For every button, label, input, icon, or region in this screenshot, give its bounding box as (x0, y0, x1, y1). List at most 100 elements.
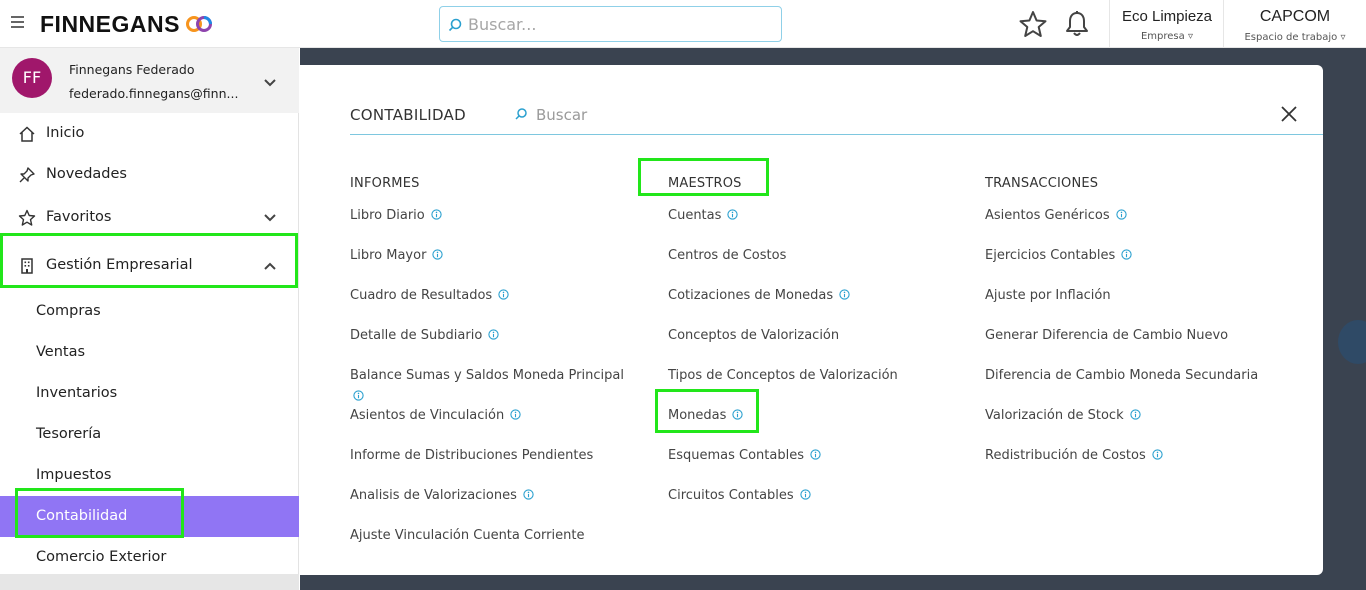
sidebar-subitem-label: Ventas (36, 344, 86, 360)
menu-link[interactable]: Detalle de Subdiario (350, 328, 499, 343)
user-profile[interactable]: FF Finnegans Federado federado.finnegans… (0, 48, 299, 113)
info-icon[interactable] (353, 390, 364, 401)
company-name: Eco Limpieza (1121, 8, 1213, 25)
favorites-star-icon[interactable] (1018, 10, 1048, 38)
menu-link-label: Cotizaciones de Monedas (668, 288, 834, 303)
menu-link[interactable]: Cuadro de Resultados (350, 288, 509, 303)
sidebar-subitem-comercio-exterior[interactable]: Comercio Exterior (0, 537, 299, 578)
menu-link[interactable]: Informe de Distribuciones Pendientes (350, 448, 593, 463)
chevron-down-icon[interactable] (263, 78, 277, 88)
column-heading-informes: INFORMES (350, 176, 420, 191)
menu-link[interactable]: Ajuste por Inflación (985, 288, 1111, 303)
menu-link[interactable]: Cotizaciones de Monedas (668, 288, 850, 303)
menu-link[interactable]: Tipos de Conceptos de Valorización (668, 368, 898, 383)
logo-text: FINNEGANS (40, 11, 180, 37)
sidebar-subitem-impuestos[interactable]: Impuestos (0, 455, 299, 496)
chevron-up-icon (264, 262, 276, 270)
menu-link[interactable]: Diferencia de Cambio Moneda Secundaria (985, 368, 1258, 383)
info-icon[interactable] (498, 289, 509, 300)
menu-link[interactable]: Libro Diario (350, 208, 442, 223)
column-heading-transacciones: TRANSACCIONES (985, 176, 1099, 191)
logo-mark-icon (186, 16, 212, 32)
sidebar-footer (0, 574, 299, 590)
company-selector[interactable]: Eco Limpieza Empresa ▿ (1109, 0, 1224, 48)
sidebar-subitem-label: Contabilidad (36, 508, 128, 524)
menu-link[interactable]: Centros de Costos (668, 248, 786, 263)
workspace-selector[interactable]: CAPCOM Espacio de trabajo ▿ (1223, 0, 1366, 48)
sidebar-item-novedades[interactable]: Novedades (0, 155, 299, 195)
sidebar-subitem-label: Comercio Exterior (36, 549, 167, 565)
menu-link-label: Tipos de Conceptos de Valorización (668, 368, 898, 383)
sidebar-subitem-inventarios[interactable]: Inventarios (0, 373, 299, 414)
menu-link[interactable]: Libro Mayor (350, 248, 444, 263)
company-label: Empresa ▿ (1140, 31, 1193, 42)
sidebar-item-gestion-empresarial[interactable]: Gestión Empresarial (0, 246, 299, 286)
menu-link-label: Centros de Costos (668, 248, 787, 263)
pin-icon (19, 167, 35, 183)
menu-link[interactable]: Redistribución de Costos (985, 448, 1163, 463)
menu-link-label: Valorización de Stock (985, 408, 1124, 423)
menu-link[interactable]: Asientos de Vinculación (350, 408, 521, 423)
menu-link[interactable]: Conceptos de Valorización (668, 328, 839, 343)
info-icon[interactable] (839, 289, 850, 300)
menu-link[interactable]: Balance Sumas y Saldos Moneda Principal (350, 368, 624, 401)
column-heading-maestros: MAESTROS (668, 176, 742, 191)
global-search-input[interactable] (468, 11, 768, 37)
info-icon[interactable] (1115, 209, 1127, 220)
menu-link-label: Conceptos de Valorización (668, 328, 840, 343)
menu-link[interactable]: Analisis de Valorizaciones (350, 488, 534, 503)
menu-link-label: Informe de Distribuciones Pendientes (350, 448, 594, 463)
global-search[interactable] (439, 6, 782, 42)
panel-search-input[interactable] (536, 103, 936, 127)
sidebar-item-label: Favoritos (46, 209, 112, 225)
menu-link[interactable]: Esquemas Contables (668, 448, 821, 463)
notifications-bell-icon[interactable] (1064, 10, 1090, 38)
chevron-down-icon: ▿ (1340, 32, 1346, 43)
info-icon[interactable] (800, 489, 811, 500)
menu-link[interactable]: Generar Diferencia de Cambio Nuevo (985, 328, 1228, 343)
panel-divider (350, 134, 1323, 135)
menu-link[interactable]: Ajuste Vinculación Cuenta Corriente (350, 528, 584, 543)
menu-link[interactable]: Circuitos Contables (668, 488, 811, 503)
menu-link[interactable]: Monedas (668, 408, 744, 423)
info-icon[interactable] (727, 209, 739, 220)
menu-link[interactable]: Cuentas (668, 208, 739, 223)
menu-link-label: Circuitos Contables (668, 488, 794, 503)
info-icon[interactable] (810, 449, 821, 460)
avatar: FF (12, 58, 52, 98)
info-icon[interactable] (432, 249, 444, 260)
info-icon[interactable] (1152, 449, 1163, 460)
close-icon[interactable] (1279, 104, 1299, 124)
menu-link[interactable]: Ejercicios Contables (985, 248, 1132, 263)
menu-link-label: Redistribución de Costos (985, 448, 1146, 463)
menu-link-label: Libro Diario (350, 208, 425, 223)
sidebar-item-favoritos[interactable]: Favoritos (0, 198, 299, 238)
sidebar-subitem-contabilidad[interactable]: Contabilidad (0, 496, 299, 537)
info-icon[interactable] (510, 409, 521, 420)
menu-link-label: Cuadro de Resultados (350, 288, 493, 303)
menu-link-label: Ejercicios Contables (985, 248, 1116, 263)
menu-icon[interactable] (11, 16, 25, 30)
menu-link-label: Ajuste Vinculación Cuenta Corriente (350, 528, 585, 543)
info-icon[interactable] (488, 329, 499, 340)
info-icon[interactable] (523, 489, 534, 500)
sidebar-subitem-compras[interactable]: Compras (0, 291, 299, 332)
menu-link-label: Analisis de Valorizaciones (350, 488, 517, 503)
menu-link-label: Ajuste por Inflación (985, 288, 1111, 303)
menu-link[interactable]: Valorización de Stock (985, 408, 1141, 423)
menu-link-label: Asientos de Vinculación (350, 408, 505, 423)
workspace-label: Espacio de trabajo ▿ (1244, 32, 1346, 43)
info-icon[interactable] (1129, 409, 1141, 420)
menu-link[interactable]: Asientos Genéricos (985, 208, 1127, 223)
info-icon[interactable] (732, 409, 744, 420)
workspace-name: CAPCOM (1259, 8, 1331, 25)
menu-link-label: Libro Mayor (350, 248, 427, 263)
info-icon[interactable] (1121, 249, 1132, 260)
info-icon[interactable] (431, 209, 442, 220)
sidebar-subitem-tesoreria[interactable]: Tesorería (0, 414, 299, 455)
home-icon (19, 126, 35, 142)
sidebar-item-inicio[interactable]: Inicio (0, 114, 299, 154)
sidebar-subitem-ventas[interactable]: Ventas (0, 332, 299, 373)
menu-link-label: Generar Diferencia de Cambio Nuevo (985, 328, 1229, 343)
menu-link-label: Monedas (668, 408, 727, 423)
